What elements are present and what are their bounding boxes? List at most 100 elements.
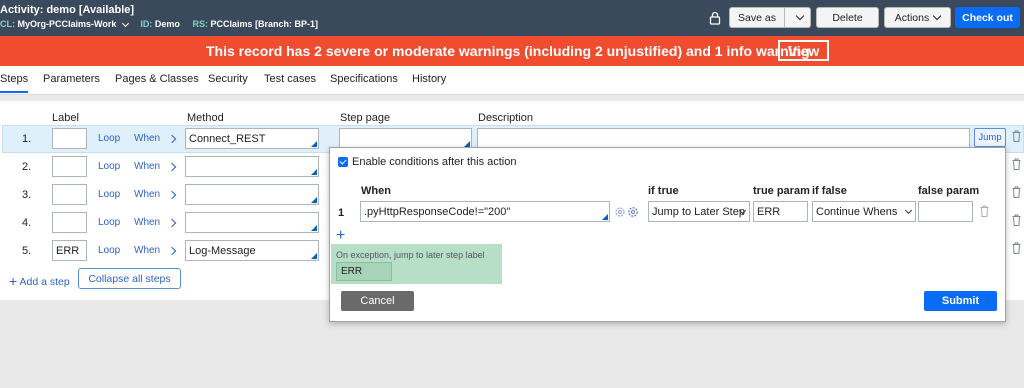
trash-icon[interactable]: [980, 205, 989, 217]
when-header: When: [361, 185, 391, 197]
label-column-header: Label: [52, 112, 79, 124]
step-number: 1.: [22, 133, 32, 145]
class-key: CL:: [0, 19, 15, 29]
false-param-header: false param: [918, 185, 980, 197]
plus-icon: +: [9, 273, 18, 289]
add-condition-button[interactable]: +: [336, 228, 345, 244]
trash-icon[interactable]: [1012, 186, 1021, 198]
ruleset-key: RS:: [192, 19, 208, 29]
loop-link[interactable]: Loop: [98, 133, 120, 144]
record-title: Activity: demo [Available]: [0, 4, 135, 16]
loop-link[interactable]: Loop: [98, 161, 120, 172]
method-column-header: Method: [187, 112, 224, 124]
chevron-right-icon[interactable]: [167, 190, 177, 200]
tab-history[interactable]: History: [412, 73, 446, 85]
collapse-all-steps-button[interactable]: Collapse all steps: [78, 268, 181, 289]
description-column-header: Description: [478, 112, 534, 124]
loop-link[interactable]: Loop: [98, 245, 120, 256]
tab-pages-classes[interactable]: Pages & Classes: [115, 73, 199, 85]
view-warnings-button[interactable]: View: [778, 40, 829, 61]
description-input[interactable]: [477, 128, 970, 149]
delete-button[interactable]: Delete: [816, 7, 879, 28]
chevron-right-icon[interactable]: [167, 162, 177, 172]
header-bar: Activity: demo [Available] CL: MyOrg-PCC…: [0, 0, 1024, 36]
class-value[interactable]: MyOrg-PCClaims-Work: [18, 19, 117, 29]
step-label-input[interactable]: ERR: [52, 240, 87, 261]
loop-link[interactable]: Loop: [98, 217, 120, 228]
tab-bar: Steps Parameters Pages & Classes Securit…: [0, 66, 1024, 95]
when-link[interactable]: When: [134, 133, 160, 144]
trash-icon[interactable]: [1012, 130, 1021, 142]
exception-step-input[interactable]: ERR: [336, 262, 392, 281]
tab-security[interactable]: Security: [208, 73, 248, 85]
autocomplete-icon: [311, 253, 317, 259]
when-link[interactable]: When: [134, 217, 160, 228]
trash-icon[interactable]: [1012, 242, 1021, 254]
autocomplete-icon: [311, 141, 317, 147]
step-label-input[interactable]: [52, 212, 87, 233]
chevron-right-icon[interactable]: [167, 218, 177, 228]
add-step-link[interactable]: + Add a step: [9, 273, 70, 289]
step-number: 2.: [22, 161, 32, 173]
actions-label: Actions: [894, 11, 930, 24]
method-input[interactable]: [185, 184, 319, 205]
gear-icon[interactable]: [627, 206, 639, 218]
tab-specifications[interactable]: Specifications: [330, 73, 398, 85]
add-step-label: Add a step: [19, 276, 70, 288]
true-param-header: true param: [753, 185, 810, 197]
if-false-select[interactable]: Continue Whens: [812, 201, 916, 222]
conditions-popover: Enable conditions after this action When…: [329, 147, 1006, 322]
exception-section: On exception, jump to later step label E…: [331, 244, 502, 284]
step-page-input[interactable]: [339, 128, 472, 149]
step-label-input[interactable]: [52, 156, 87, 177]
method-input[interactable]: [185, 156, 319, 177]
when-link[interactable]: When: [134, 245, 160, 256]
trash-icon[interactable]: [1012, 214, 1021, 226]
if-false-header: if false: [812, 185, 847, 197]
exception-label: On exception, jump to later step label: [336, 250, 485, 260]
chevron-down-icon: [795, 11, 805, 20]
when-condition-input[interactable]: .pyHttpResponseCode!="200": [360, 201, 610, 222]
step-label-input[interactable]: [52, 128, 87, 149]
step-page-column-header: Step page: [340, 112, 391, 124]
when-link[interactable]: When: [134, 161, 160, 172]
enable-conditions-checkbox[interactable]: [338, 157, 348, 167]
chevron-down-icon: [904, 206, 913, 215]
tab-parameters[interactable]: Parameters: [43, 73, 100, 85]
if-true-header: if true: [648, 185, 679, 197]
if-false-value: Continue Whens: [816, 205, 898, 218]
tab-test-cases[interactable]: Test cases: [264, 73, 316, 85]
condition-builder-icon[interactable]: [614, 206, 626, 218]
true-param-input[interactable]: ERR: [753, 201, 808, 222]
jump-button[interactable]: Jump: [974, 128, 1006, 147]
save-as-menu-button[interactable]: [785, 7, 811, 28]
if-true-value: Jump to Later Step: [652, 205, 745, 218]
chevron-down-icon: [932, 11, 942, 20]
method-value: Log-Message: [189, 244, 256, 257]
trash-icon[interactable]: [1012, 158, 1021, 170]
save-as-button[interactable]: Save as: [729, 7, 785, 28]
enable-conditions-label: Enable conditions after this action: [352, 156, 517, 168]
id-value: Demo: [154, 19, 180, 29]
actions-button[interactable]: Actions: [884, 7, 951, 28]
when-condition-value: .pyHttpResponseCode!="200": [364, 205, 511, 218]
warning-banner: This record has 2 severe or moderate war…: [0, 36, 1024, 66]
chevron-down-icon[interactable]: [121, 19, 129, 27]
submit-button[interactable]: Submit: [924, 291, 997, 311]
chevron-right-icon[interactable]: [167, 246, 177, 256]
method-input[interactable]: Log-Message: [185, 240, 319, 261]
method-input[interactable]: Connect_REST: [185, 128, 319, 149]
step-label-input[interactable]: [52, 184, 87, 205]
check-out-button[interactable]: Check out: [955, 7, 1020, 28]
autocomplete-icon: [311, 169, 317, 175]
when-link[interactable]: When: [134, 189, 160, 200]
false-param-input[interactable]: [918, 201, 973, 222]
loop-link[interactable]: Loop: [98, 189, 120, 200]
autocomplete-icon: [602, 214, 608, 220]
method-input[interactable]: [185, 212, 319, 233]
if-true-select[interactable]: Jump to Later Step: [648, 201, 750, 222]
ruleset-value: PCClaims [Branch: BP-1]: [210, 19, 318, 29]
step-number: 3.: [22, 189, 32, 201]
cancel-button[interactable]: Cancel: [341, 291, 414, 311]
tab-steps[interactable]: Steps: [0, 73, 29, 93]
